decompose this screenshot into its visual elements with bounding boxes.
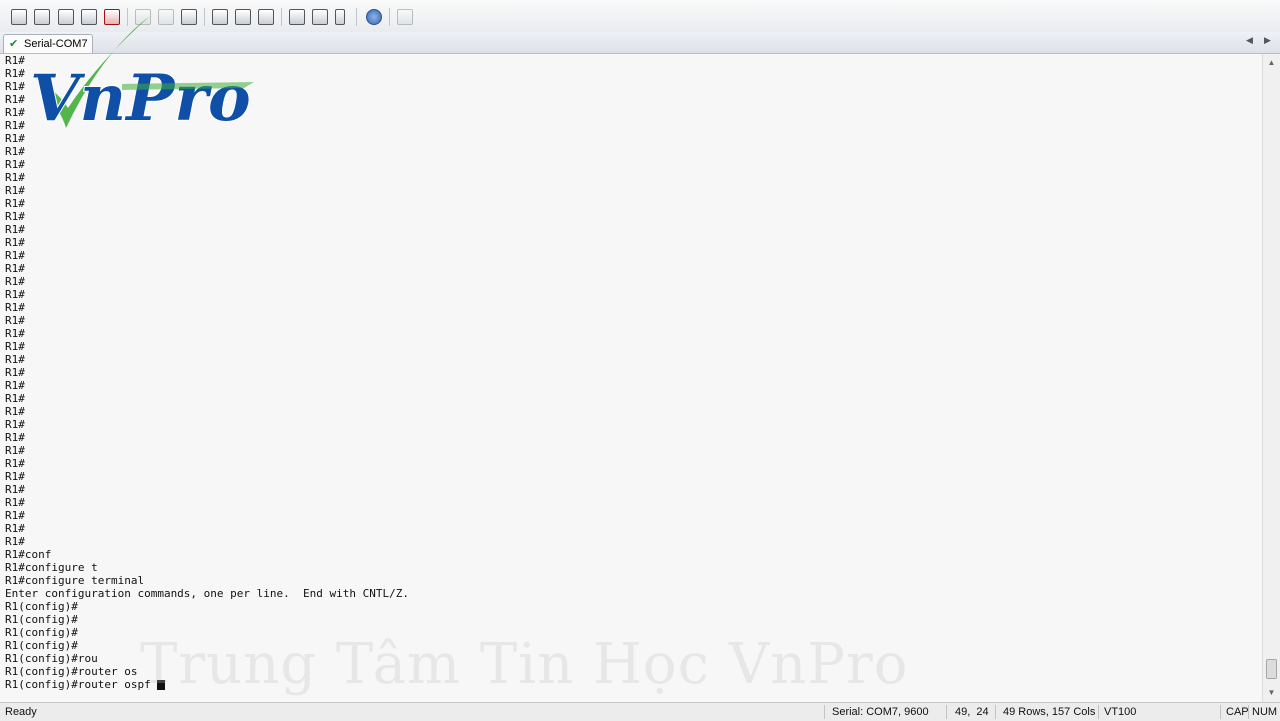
sftp-icon[interactable]	[397, 9, 413, 25]
toolbar-separator	[356, 8, 357, 26]
status-divider	[824, 705, 825, 719]
terminal-line: R1#	[5, 340, 25, 353]
vnpro-logo: VnPro	[29, 16, 254, 137]
print-screen-icon[interactable]	[258, 9, 274, 25]
status-emulation: VT100	[1104, 706, 1137, 718]
terminal-line: R1#configure t	[5, 561, 98, 574]
terminal-line: R1#	[5, 379, 25, 392]
terminal-line: R1#	[5, 470, 25, 483]
terminal-line: R1(config)#	[5, 613, 78, 626]
scroll-down-icon[interactable]: ▼	[1265, 686, 1278, 699]
toolbar-separator	[281, 8, 282, 26]
connected-check-icon: ✔	[9, 38, 19, 50]
terminal-line: R1#	[5, 145, 25, 158]
status-divider	[1220, 705, 1221, 719]
toolbar-separator	[389, 8, 390, 26]
terminal-line: Enter configuration commands, one per li…	[5, 587, 409, 600]
terminal-line: R1#	[5, 496, 25, 509]
terminal-line: R1#	[5, 249, 25, 262]
terminal-output[interactable]: R1# R1# R1# R1# R1# R1# R1# R1# R1# R1# R1# R1# R1# R…	[0, 54, 1262, 702]
tab-scroll-left-icon[interactable]: ◀	[1246, 35, 1253, 46]
status-cap: CAP	[1226, 706, 1249, 718]
terminal-line: R1#	[5, 366, 25, 379]
status-divider	[1248, 705, 1249, 719]
terminal-line: R1#	[5, 353, 25, 366]
terminal-line: R1#conf	[5, 548, 52, 561]
terminal-line: R1#	[5, 509, 25, 522]
terminal-line: R1#	[5, 535, 25, 548]
status-terminal-size: 49 Rows, 157 Cols	[1003, 706, 1096, 718]
terminal-line: R1#	[5, 457, 25, 470]
status-divider	[995, 705, 996, 719]
terminal-line: R1#configure terminal	[5, 574, 145, 587]
terminal-line: R1(config)#router os	[5, 665, 138, 678]
terminal-line: R1(config)#router ospf	[5, 678, 158, 691]
terminal-line: R1#	[5, 392, 25, 405]
terminal-line: R1#	[5, 418, 25, 431]
terminal-line: R1#	[5, 171, 25, 184]
terminal-line: R1#	[5, 327, 25, 340]
vertical-scrollbar[interactable]: ▲ ▼	[1262, 54, 1280, 702]
terminal-line: R1#	[5, 158, 25, 171]
scroll-up-icon[interactable]: ▲	[1265, 56, 1278, 69]
terminal-line: R1#	[5, 275, 25, 288]
terminal-line: R1#	[5, 184, 25, 197]
terminal-line: R1#	[5, 522, 25, 535]
terminal-line: R1#	[5, 301, 25, 314]
watermark-text: Trung Tâm Tin Học VnPro	[140, 632, 909, 697]
status-bar: Ready Serial: COM7, 9600 49, 24 49 Rows,…	[0, 702, 1280, 721]
logo-text: VnPro	[30, 61, 251, 136]
terminal-line: R1#	[5, 262, 25, 275]
terminal-line: R1#	[5, 223, 25, 236]
status-divider	[946, 705, 947, 719]
status-divider	[1098, 705, 1099, 719]
terminal-line: R1#	[5, 431, 25, 444]
keymap-icon[interactable]	[335, 9, 345, 25]
terminal-line: R1#	[5, 197, 25, 210]
terminal-line: R1(config)#	[5, 600, 78, 613]
help-icon[interactable]	[366, 9, 382, 25]
status-cursor-position: 49, 24	[955, 706, 989, 718]
status-num: NUM	[1252, 706, 1278, 718]
session-options-icon[interactable]	[289, 9, 305, 25]
terminal-line: R1(config)#rou	[5, 652, 98, 665]
terminal-line: R1#	[5, 405, 25, 418]
terminal-line: R1(config)#	[5, 626, 78, 639]
status-connection: Serial: COM7, 9600	[832, 706, 929, 718]
terminal-line: R1#	[5, 210, 25, 223]
terminal-line: R1#	[5, 444, 25, 457]
terminal-line: R1#	[5, 483, 25, 496]
terminal-line: R1#	[5, 314, 25, 327]
global-options-icon[interactable]	[312, 9, 328, 25]
terminal-line: R1#	[5, 288, 25, 301]
terminal-line: R1#	[5, 236, 25, 249]
scrollbar-thumb[interactable]	[1266, 659, 1277, 679]
tab-scroll-right-icon[interactable]: ▶	[1264, 35, 1271, 46]
terminal-line: R1(config)#	[5, 639, 78, 652]
status-ready: Ready	[5, 706, 37, 718]
